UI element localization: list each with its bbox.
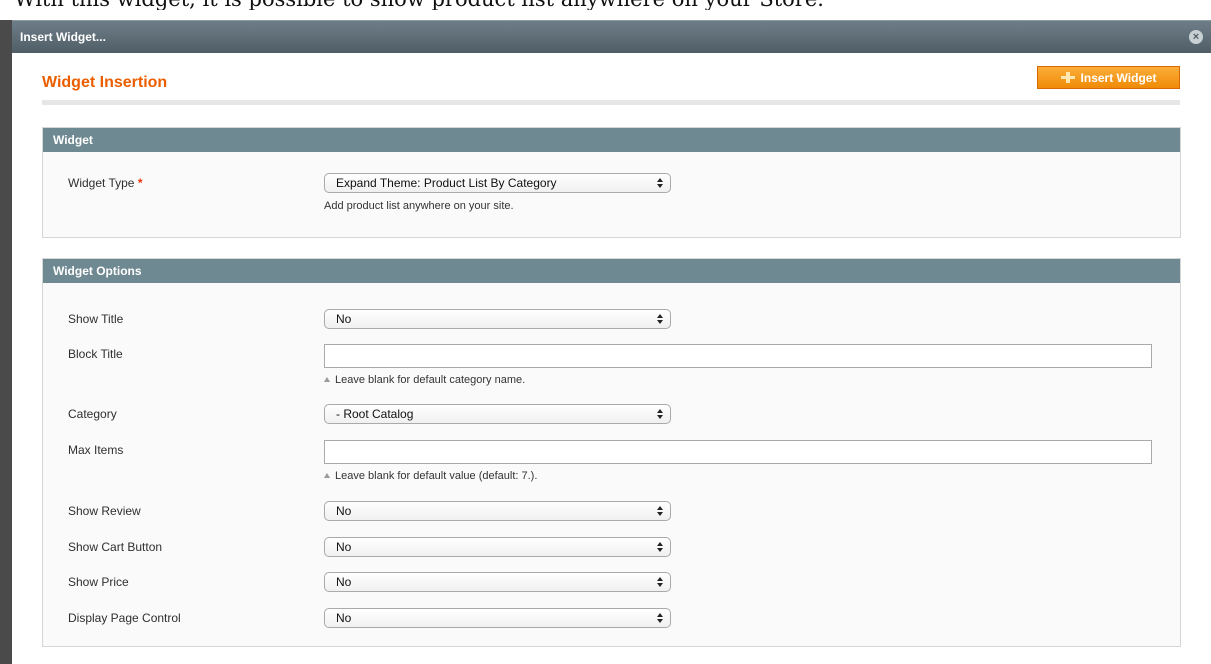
dialog-titlebar[interactable]: Insert Widget... × [12,20,1211,53]
display-page-control-value: No [336,611,352,625]
widget-type-select[interactable]: Expand Theme: Product List By Category [324,173,671,193]
insert-widget-dialog: Insert Widget... × Widget Insertion Inse… [12,20,1211,664]
show-price-select[interactable]: No [324,572,671,592]
note-arrow-icon [324,473,330,478]
show-review-select[interactable]: No [324,501,671,521]
page-header: Widget Insertion Insert Widget [42,63,1180,105]
show-title-select[interactable]: No [324,309,671,329]
widget-options-heading: Widget Options [43,259,1180,283]
dialog-content: Widget Insertion Insert Widget Widget Wi… [12,53,1211,664]
max-items-note: Leave blank for default value (default: … [324,470,537,482]
category-select[interactable]: - Root Catalog [324,404,671,424]
show-review-value: No [336,504,352,518]
widget-options-fieldset: Widget Options Show Title No Block Title… [42,258,1181,647]
category-value: - Root Catalog [336,407,414,421]
insert-widget-button[interactable]: Insert Widget [1037,66,1180,89]
display-page-control-label: Display Page Control [68,611,181,625]
show-title-label: Show Title [68,312,124,326]
block-title-note: Leave blank for default category name. [324,374,525,386]
category-label: Category [68,407,117,421]
dialog-title: Insert Widget... [20,30,106,44]
background-page-strip [0,20,12,664]
show-title-value: No [336,312,352,326]
page-title: Widget Insertion [42,74,168,91]
widget-type-label: Widget Type * [68,176,143,190]
show-price-label: Show Price [68,575,129,589]
insert-widget-icon [1060,72,1075,83]
display-page-control-select[interactable]: No [324,608,671,628]
widget-type-note: Add product list anywhere on your site. [324,200,514,212]
show-review-label: Show Review [68,504,141,518]
show-cart-button-select[interactable]: No [324,537,671,557]
select-arrows-icon [656,613,664,624]
select-arrows-icon [656,506,664,517]
widget-type-value: Expand Theme: Product List By Category [336,176,557,190]
block-title-input[interactable] [324,344,1152,368]
max-items-input[interactable] [324,440,1152,464]
close-icon[interactable]: × [1189,30,1203,44]
select-arrows-icon [656,178,664,189]
widget-section-heading: Widget [43,128,1180,152]
select-arrows-icon [656,314,664,325]
required-mark: * [137,176,143,190]
select-arrows-icon [656,542,664,553]
max-items-label: Max Items [68,443,124,457]
show-price-value: No [336,575,352,589]
background-caption: With this widget, it is possible to show… [14,0,1211,10]
block-title-label: Block Title [68,347,123,361]
widget-fieldset: Widget Widget Type * Expand Theme: Produ… [42,127,1181,238]
select-arrows-icon [656,409,664,420]
show-cart-button-label: Show Cart Button [68,540,163,554]
select-arrows-icon [656,577,664,588]
insert-widget-label: Insert Widget [1080,70,1157,85]
note-arrow-icon [324,377,330,382]
show-cart-button-value: No [336,540,352,554]
